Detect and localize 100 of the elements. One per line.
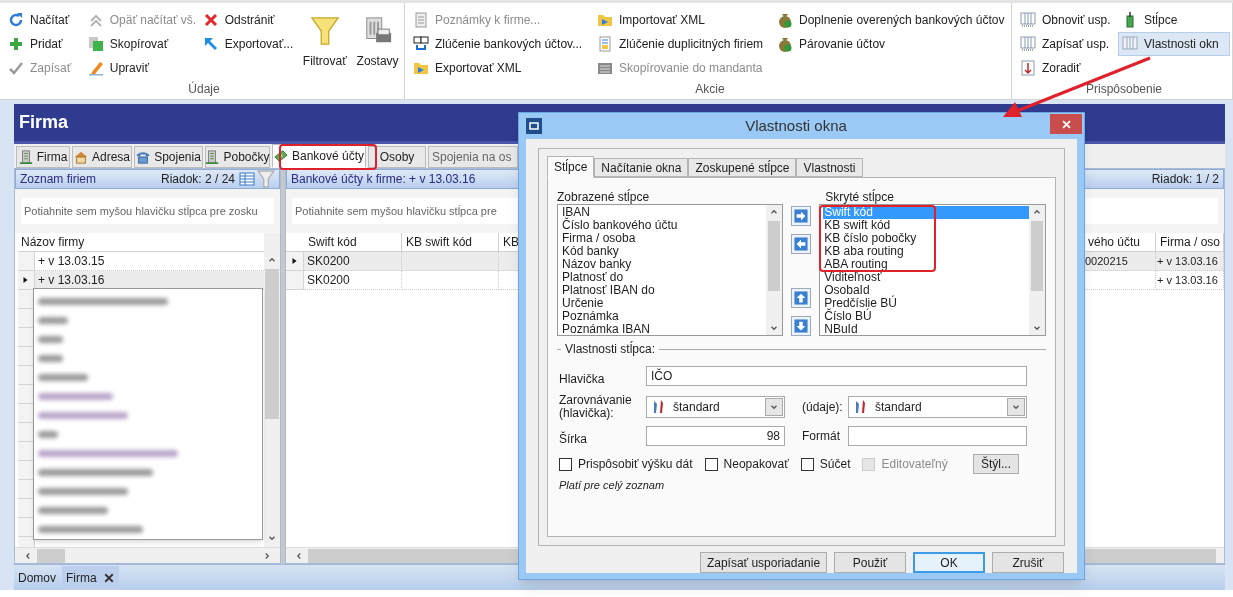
note: Platí pre celý zoznam [558,478,666,493]
ribbon-button[interactable]: Zostavy [351,8,404,80]
list-item[interactable]: NBuId [823,323,858,336]
copy-icon [87,36,104,52]
arrow-up-icon [794,291,808,305]
field-label: Hlavička [559,371,606,388]
list-item[interactable]: Poznámka [561,310,619,323]
row-counter: Riadok: 2 / 24 [161,171,236,188]
arrow-up-button[interactable] [791,288,811,308]
tab[interactable]: Spojenia na os [428,146,518,168]
dialog-button[interactable]: Použiť [834,552,906,573]
arrow-down-button[interactable] [791,316,811,336]
dialog-button[interactable]: Zapísať usporiadanie [700,552,827,573]
ribbon-button[interactable]: Filtrovať [298,8,352,80]
list-item[interactable]: KB swift kód [823,219,891,232]
group-by-area[interactable]: Potiahnite sem myšou hlavičku stĺpca pre zosku [21,198,275,224]
folder-icon [597,12,613,28]
checkbox[interactable] [559,457,572,471]
checkbox[interactable] [704,457,718,471]
ribbon-button[interactable]: Exportovať XML [409,56,593,80]
list-item[interactable]: Určenie [561,297,604,310]
delete-icon [202,12,219,28]
ribbon-button[interactable]: Upraviť [83,56,199,80]
list-item[interactable]: KB aba routing [823,245,904,258]
list-label: Zobrazené stĺpce [557,188,651,204]
list-item[interactable]: Číslo bankového účtu [561,219,678,232]
dropdown[interactable]: štandard [848,396,1027,418]
ribbon-button[interactable]: Exportovať... [198,32,299,56]
ribbon-button[interactable]: Skopírovať [83,32,199,56]
column-header[interactable]: Swift kód [304,233,402,251]
dialog-button[interactable]: Zrušiť [992,552,1064,573]
ribbon-button[interactable]: Odstrániť [198,8,299,32]
columns-icon [1122,36,1138,52]
table-cell: SK0200 [304,271,402,290]
document-tab[interactable]: Firma [62,566,119,590]
list-item[interactable]: KB číslo pobočky [823,232,917,245]
input-field[interactable]: IČO [646,366,1027,386]
tab[interactable]: Adresa [72,146,132,168]
list-item[interactable]: Poznámka IBAN [561,323,651,336]
list-box[interactable]: Swift kód KB swift kód KB číslo pobočky KB aba routing ABA routing Viditeľnosť OsobaId Predčíslie BÚ Číslo BÚ NBuId [819,204,1046,336]
tab[interactable]: Vlastnosti [796,158,863,177]
list-item[interactable]: Predčíslie BÚ [823,297,897,310]
ribbon-button[interactable]: Načítať [4,8,84,32]
money-bag-icon [777,36,793,52]
ribbon-button[interactable]: Obnoviť usp. [1016,8,1118,32]
horizontal-scrollbar[interactable] [15,547,281,563]
grid-icon [239,171,256,187]
list-item[interactable]: Platnosť IBAN do [561,284,655,297]
ribbon-button[interactable]: Zlúčenie duplicitných firiem [593,32,773,56]
list-item[interactable]: Názov banky [561,258,632,271]
dialog-button[interactable]: OK [913,552,985,573]
input-field[interactable] [848,426,1027,446]
ribbon-button[interactable]: Importovať XML [593,8,773,32]
section-title: Vlastnosti stĺpca: [565,340,656,358]
list-box[interactable]: IBAN Číslo bankového účtu Firma / osoba Kód banky Názov banky Platnosť do Platnosť IBAN do Určenie Poznámka Poznámka IBAN [557,204,783,336]
group-label: Akcie [694,81,726,98]
scrollbar-thumb[interactable] [1031,221,1043,291]
ribbon-button[interactable]: Zapísať usp. [1016,32,1118,56]
arrow-left-button[interactable] [791,234,811,254]
column-header[interactable]: KB swift kód [402,233,499,251]
ribbon-button[interactable]: Pridať [4,32,84,56]
ribbon-button[interactable]: Doplnenie overených bankových účtov [773,8,1011,32]
list-item[interactable]: IBAN [561,206,590,219]
ribbon-button[interactable]: Párovanie účtov [773,32,1011,56]
list-item[interactable]: ABA routing [823,258,888,271]
list-item[interactable]: Platnosť do [561,271,624,284]
scrollbar-thumb[interactable] [265,269,280,419]
tab[interactable]: Pobočky [205,146,270,168]
tab[interactable]: Bankové účty [272,144,366,168]
scrollbar-thumb[interactable] [767,221,780,291]
columns-icon [1020,12,1036,28]
close-button[interactable] [1050,114,1082,134]
input-field[interactable]: 98 [646,426,785,446]
dropdown[interactable]: štandard [646,396,785,418]
panel-title: Bankové účty k firme: + v 13.03.16 [291,171,476,188]
checkbox[interactable] [800,457,814,471]
column-header[interactable]: Firma / oso [1156,233,1224,251]
list-item[interactable]: Firma / osoba [561,232,636,245]
ribbon-button[interactable]: Zlúčenie bankových účtov... [409,32,593,56]
ribbon-button[interactable]: Vlastnosti okn [1118,32,1230,56]
list-item[interactable]: Číslo BÚ [823,310,872,323]
scrollbar-thumb[interactable] [37,548,65,563]
list-item[interactable]: Viditeľnosť [823,271,882,284]
style-button[interactable]: Štýl... [973,454,1019,474]
document-tab[interactable]: Domov [14,566,60,590]
list-item[interactable]: OsobaId [823,284,870,297]
ribbon-button[interactable]: Zoradiť [1016,56,1118,80]
tab[interactable]: Spojenia [134,146,203,168]
tab[interactable]: Osoby [368,146,426,168]
tab[interactable]: Zoskupené stĺpce [688,158,797,177]
vertical-scrollbar[interactable] [264,233,281,547]
list-item[interactable]: Kód banky [561,245,619,258]
tab[interactable]: Stĺpce [547,156,595,178]
sort-icon [1020,60,1036,76]
tab[interactable]: Firma [16,146,70,168]
arrow-right-button[interactable] [791,206,811,226]
vertical-scrollbar[interactable] [765,205,782,335]
tab[interactable]: Načítanie okna [594,158,689,177]
vertical-scrollbar[interactable] [1029,205,1045,335]
ribbon-button[interactable]: Stĺpce [1118,8,1230,32]
